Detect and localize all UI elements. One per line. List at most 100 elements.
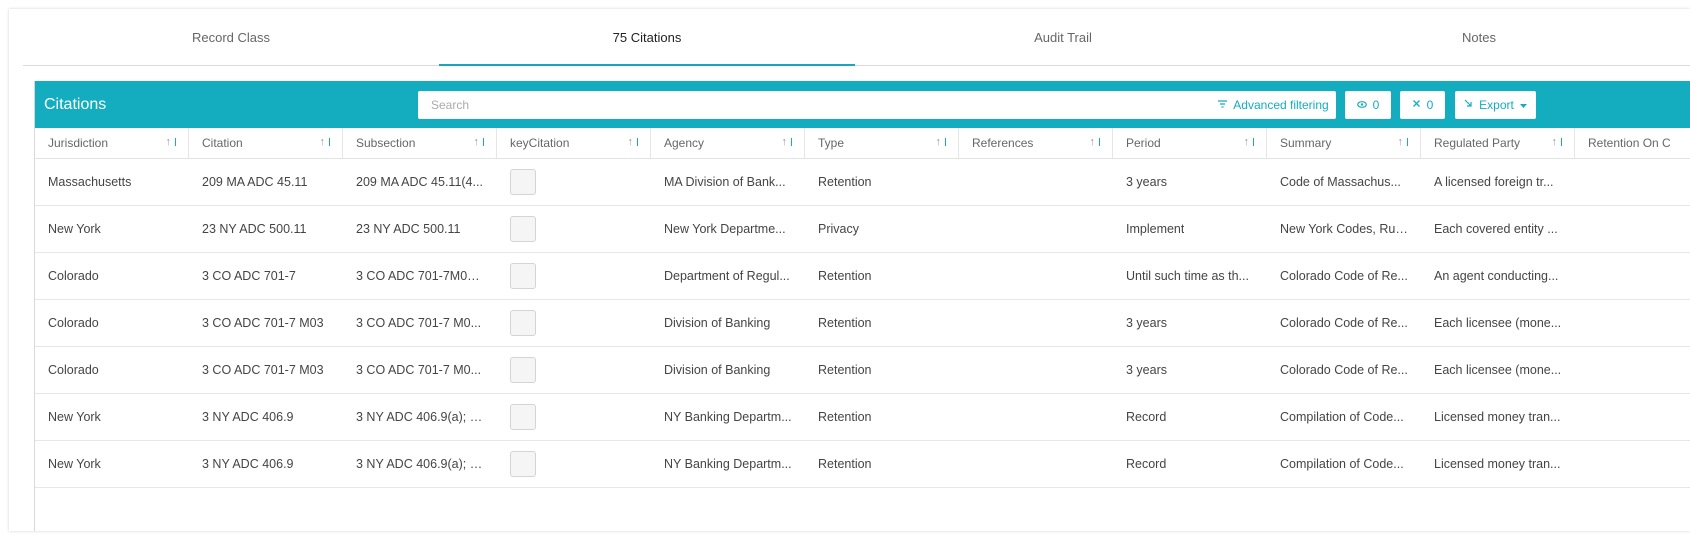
table-row[interactable]: New York 3 NY ADC 406.9 3 NY ADC 406.9(a…: [35, 394, 1690, 441]
cell-subsection: 3 CO ADC 701-7 M0...: [356, 363, 482, 377]
cell-period: 3 years: [1126, 175, 1167, 189]
cell-citation: 3 NY ADC 406.9: [202, 410, 294, 424]
cell-summary: Colorado Code of Re...: [1280, 363, 1408, 377]
tab-notes[interactable]: Notes: [1271, 9, 1687, 65]
hidden-columns-count: 0: [1426, 98, 1434, 112]
column-label: Summary: [1280, 136, 1332, 150]
column-header-keycitation[interactable]: keyCitation ↑: [497, 128, 651, 158]
export-button[interactable]: Export: [1455, 91, 1536, 119]
cell-citation: 3 CO ADC 701-7 M03: [202, 316, 324, 330]
table-row[interactable]: Colorado 3 CO ADC 701-7 M03 3 CO ADC 701…: [35, 300, 1690, 347]
column-header-regulated-party[interactable]: Regulated Party ↑: [1421, 128, 1575, 158]
keycitation-checkbox[interactable]: [510, 169, 536, 195]
keycitation-checkbox[interactable]: [510, 216, 536, 242]
cell-references: [959, 300, 1113, 346]
cell-type: Retention: [818, 316, 872, 330]
table-row[interactable]: New York 23 NY ADC 500.11 23 NY ADC 500.…: [35, 206, 1690, 253]
sort-icon[interactable]: ↑: [320, 136, 330, 148]
cell-retention-on: [1575, 253, 1690, 299]
tab-record-class[interactable]: Record Class: [23, 9, 439, 65]
sort-icon[interactable]: ↑: [1090, 136, 1100, 148]
visible-columns-button[interactable]: 0: [1345, 91, 1391, 119]
column-label: References: [972, 136, 1034, 150]
cell-type: Retention: [818, 175, 872, 189]
cell-type: Retention: [818, 269, 872, 283]
column-label: Citation: [202, 136, 243, 150]
sort-icon[interactable]: ↑: [1552, 136, 1562, 148]
cell-summary: Colorado Code of Re...: [1280, 316, 1408, 330]
filter-icon: [1218, 99, 1228, 111]
table-body: Massachusetts 209 MA ADC 45.11 209 MA AD…: [35, 159, 1690, 488]
cell-keycitation: [497, 206, 651, 252]
cell-summary: Code of Massachus...: [1280, 175, 1401, 189]
sort-icon[interactable]: ↑: [1244, 136, 1254, 148]
column-label: Jurisdiction: [48, 136, 109, 150]
cell-regulated-party: An agent conducting...: [1434, 269, 1559, 283]
column-header-type[interactable]: Type ↑: [805, 128, 959, 158]
cell-references: [959, 441, 1113, 487]
panel-title: Citations: [44, 96, 107, 113]
keycitation-checkbox[interactable]: [510, 310, 536, 336]
table-row[interactable]: Colorado 3 CO ADC 701-7 M03 3 CO ADC 701…: [35, 347, 1690, 394]
sort-icon[interactable]: ↑: [474, 136, 484, 148]
column-header-subsection[interactable]: Subsection ↑: [343, 128, 497, 158]
cell-keycitation: [497, 394, 651, 440]
cell-retention-on: [1575, 300, 1690, 346]
keycitation-checkbox[interactable]: [510, 404, 536, 430]
column-header-agency[interactable]: Agency ↑: [651, 128, 805, 158]
tab-citations[interactable]: 75 Citations: [439, 9, 855, 66]
cell-citation: 23 NY ADC 500.11: [202, 222, 307, 236]
cell-references: [959, 253, 1113, 299]
cell-jurisdiction: Massachusetts: [48, 175, 132, 189]
cell-citation: 209 MA ADC 45.11: [202, 175, 308, 189]
cell-regulated-party: Each licensee (mone...: [1434, 363, 1562, 377]
sort-icon[interactable]: ↑: [628, 136, 638, 148]
advanced-filtering-button[interactable]: Advanced filtering: [1211, 91, 1336, 119]
sort-icon[interactable]: ↑: [936, 136, 946, 148]
cell-retention-on: [1575, 159, 1690, 205]
table-row[interactable]: Colorado 3 CO ADC 701-7 3 CO ADC 701-7M0…: [35, 253, 1690, 300]
table-row[interactable]: Massachusetts 209 MA ADC 45.11 209 MA AD…: [35, 159, 1690, 206]
cell-citation: 3 CO ADC 701-7: [202, 269, 296, 283]
cell-type: Retention: [818, 363, 872, 377]
cell-agency: Department of Regul...: [664, 269, 790, 283]
advanced-filtering-label: Advanced filtering: [1233, 98, 1329, 112]
sort-icon[interactable]: ↑: [166, 136, 176, 148]
cell-agency: Division of Banking: [664, 363, 771, 377]
column-header-references[interactable]: References ↑: [959, 128, 1113, 158]
cell-keycitation: [497, 253, 651, 299]
column-header-jurisdiction[interactable]: Jurisdiction ↑: [35, 128, 189, 158]
column-label: Period: [1126, 136, 1161, 150]
search-input[interactable]: [418, 91, 1298, 119]
hidden-columns-button[interactable]: 0: [1400, 91, 1445, 119]
cell-citation: 3 NY ADC 406.9: [202, 457, 294, 471]
export-label: Export: [1479, 98, 1514, 112]
cell-period: Record: [1126, 457, 1167, 471]
table-row[interactable]: New York 3 NY ADC 406.9 3 NY ADC 406.9(a…: [35, 441, 1690, 488]
cell-regulated-party: Licensed money tran...: [1434, 457, 1561, 471]
tab-audit-trail[interactable]: Audit Trail: [855, 9, 1271, 65]
column-label: Agency: [664, 136, 705, 150]
cell-jurisdiction: New York: [48, 222, 101, 236]
cell-keycitation: [497, 300, 651, 346]
visible-columns-count: 0: [1372, 98, 1380, 112]
cell-keycitation: [497, 347, 651, 393]
column-header-retention-on[interactable]: Retention On C: [1575, 128, 1690, 158]
cell-references: [959, 394, 1113, 440]
column-header-period[interactable]: Period ↑: [1113, 128, 1267, 158]
keycitation-checkbox[interactable]: [510, 263, 536, 289]
cell-period: 3 years: [1126, 316, 1167, 330]
keycitation-checkbox[interactable]: [510, 357, 536, 383]
column-header-citation[interactable]: Citation ↑: [189, 128, 343, 158]
sort-icon[interactable]: ↑: [782, 136, 792, 148]
cell-jurisdiction: New York: [48, 457, 101, 471]
sort-icon[interactable]: ↑: [1398, 136, 1408, 148]
eye-icon: [1356, 100, 1367, 111]
column-label: Regulated Party: [1434, 136, 1521, 150]
cell-references: [959, 347, 1113, 393]
column-header-summary[interactable]: Summary ↑: [1267, 128, 1421, 158]
keycitation-checkbox[interactable]: [510, 451, 536, 477]
cell-subsection: 3 NY ADC 406.9(a); (...: [356, 410, 484, 424]
tab-bar: Record Class 75 Citations Audit Trail No…: [23, 9, 1690, 66]
cell-regulated-party: A licensed foreign tr...: [1434, 175, 1554, 189]
